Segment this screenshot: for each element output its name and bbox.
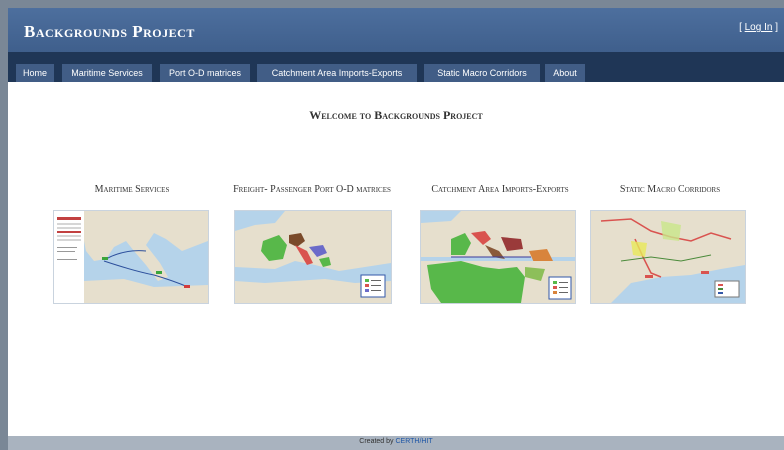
site-header: Backgrounds Project [ Log In ] (8, 8, 784, 52)
footer-link[interactable]: CERTH/HIT (395, 438, 432, 445)
map-thumbnail-icon (54, 211, 208, 303)
map-thumbnail-icon (235, 211, 391, 303)
login-link[interactable]: Log In (745, 22, 773, 33)
footer-prefix: Created by (359, 438, 396, 445)
site-title: Backgrounds Project (24, 22, 195, 41)
static-macro-corridors-thumbnail[interactable] (590, 210, 746, 304)
nav-item-maritime-services[interactable]: Maritime Services (62, 64, 152, 82)
nav-item-about[interactable]: About (545, 64, 585, 82)
maritime-services-thumbnail[interactable] (53, 210, 209, 304)
card-title-static-macro-corridors[interactable]: Static Macro Corridors (590, 184, 750, 195)
map-thumbnail-icon (591, 211, 745, 303)
nav-item-home[interactable]: Home (16, 64, 54, 82)
nav-item-port-od-matrices[interactable]: Port O-D matrices (160, 64, 250, 82)
browser-page: Backgrounds Project [ Log In ] Home Mari… (8, 8, 784, 450)
login-bracket-close: ] (772, 22, 778, 33)
nav-item-catchment-area[interactable]: Catchment Area Imports-Exports (257, 64, 417, 82)
map-thumbnail-icon (421, 211, 575, 303)
catchment-area-thumbnail[interactable] (420, 210, 576, 304)
login-area: [ Log In ] (739, 22, 778, 33)
footer-credit: Created by CERTH/HIT (8, 438, 784, 445)
main-nav: Home Maritime Services Port O-D matrices… (8, 52, 784, 82)
card-title-port-od-matrices[interactable]: Freight- Passenger Port O-D matrices (212, 184, 412, 195)
card-title-maritime-services[interactable]: Maritime Services (52, 184, 212, 195)
site-footer: Created by CERTH/HIT (8, 436, 784, 450)
card-title-catchment-area[interactable]: Catchment Area Imports-Exports (412, 184, 588, 195)
welcome-heading: Welcome to Backgrounds Project (309, 108, 483, 122)
nav-item-static-macro-corridors[interactable]: Static Macro Corridors (424, 64, 540, 82)
port-od-matrices-thumbnail[interactable] (234, 210, 392, 304)
